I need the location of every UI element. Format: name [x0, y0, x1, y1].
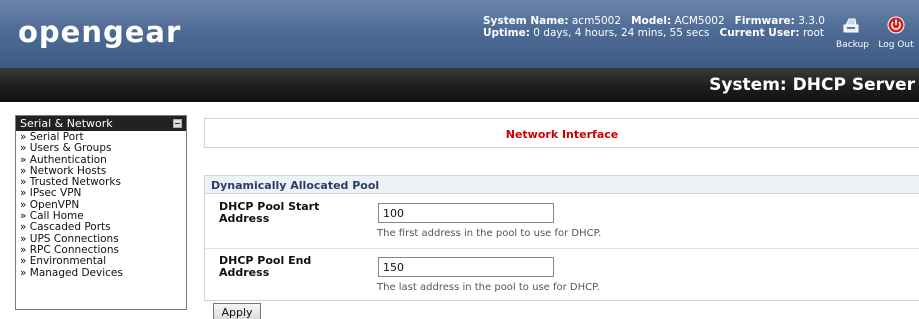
- pool-start-input[interactable]: [378, 203, 554, 223]
- pool-section-header: Dynamically Allocated Pool: [205, 176, 919, 194]
- firmware-value: 3.3.0: [798, 15, 825, 27]
- pool-end-row: DHCP Pool End Address The last address i…: [205, 248, 919, 300]
- current-user-label: Current User:: [719, 27, 800, 39]
- sidebar-item-users-groups[interactable]: » Users & Groups: [20, 142, 182, 154]
- system-name-value: acm5002: [571, 15, 622, 27]
- log-out-label: Log Out: [878, 40, 914, 50]
- page-title: System: DHCP Server: [709, 75, 915, 95]
- backup-label: Backup: [836, 40, 869, 50]
- pool-end-label: DHCP Pool End Address: [219, 254, 312, 279]
- uptime-value: 0 days, 4 hours, 24 mins, 55 secs: [533, 27, 710, 39]
- top-header: opengear System Name: acm5002 Model: ACM…: [0, 0, 919, 68]
- pool-start-help: The first address in the pool to use for…: [377, 228, 602, 239]
- system-info: System Name: acm5002 Model: ACM5002 Firm…: [483, 15, 825, 39]
- power-icon: [876, 16, 916, 37]
- pool-end-help: The last address in the pool to use for …: [377, 282, 600, 293]
- sidebar-items: » Serial Port » Users & Groups » Authent…: [16, 131, 186, 279]
- system-name-label: System Name:: [483, 15, 569, 27]
- pool-start-label: DHCP Pool Start Address: [219, 200, 320, 225]
- pool-start-row: DHCP Pool Start Address The first addres…: [205, 195, 919, 247]
- dynamic-pool-section: Dynamically Allocated Pool DHCP Pool Sta…: [204, 175, 919, 301]
- opengear-logo: opengear: [18, 15, 182, 49]
- current-user-value: root: [802, 27, 824, 39]
- sidebar-section-title: Serial & Network: [20, 117, 113, 130]
- sidebar-item-managed-devices[interactable]: » Managed Devices: [20, 267, 182, 279]
- model-value: ACM5002: [674, 15, 725, 27]
- title-bar: System: DHCP Server: [0, 68, 919, 102]
- main-content: Network Interface Dynamically Allocated …: [204, 118, 919, 319]
- network-interface-section: Network Interface: [204, 118, 919, 148]
- log-out-button[interactable]: Log Out: [876, 16, 916, 50]
- sidebar-menu: Serial & Network » Serial Port » Users &…: [15, 115, 187, 310]
- backup-button[interactable]: Backup: [836, 16, 869, 50]
- network-interface-title: Network Interface: [505, 128, 619, 141]
- firmware-label: Firmware:: [734, 15, 795, 27]
- sidebar-section-header[interactable]: Serial & Network: [16, 116, 186, 131]
- system-info-line-1: System Name: acm5002 Model: ACM5002 Firm…: [483, 15, 825, 27]
- apply-button[interactable]: Apply: [213, 303, 261, 319]
- uptime-label: Uptime:: [483, 27, 530, 39]
- collapse-icon[interactable]: [173, 119, 182, 128]
- sidebar-item-cascaded-ports[interactable]: » Cascaded Ports: [20, 222, 182, 234]
- system-info-line-2: Uptime: 0 days, 4 hours, 24 mins, 55 sec…: [483, 27, 825, 39]
- model-label: Model:: [631, 15, 672, 27]
- sidebar-item-environmental[interactable]: » Environmental: [20, 255, 182, 267]
- backup-icon: [836, 16, 866, 37]
- pool-end-input[interactable]: [378, 257, 554, 277]
